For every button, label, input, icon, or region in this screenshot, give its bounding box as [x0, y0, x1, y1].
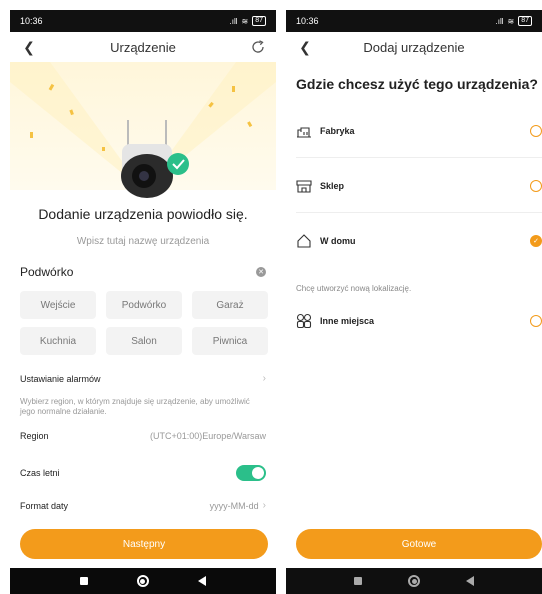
name-hint: Wpisz tutaj nazwę urządzenia — [76, 236, 210, 247]
region-description: Wybierz region, w którym znajduje się ur… — [20, 397, 250, 416]
new-location-hint: Chcę utworzyć nową lokalizację. — [296, 284, 412, 293]
toggle-knob — [252, 467, 264, 479]
location-option-shop[interactable]: Sklep — [296, 166, 542, 206]
region-row[interactable]: Region (UTC+01:00)Europe/Warsaw — [20, 431, 266, 441]
location-option-other[interactable]: Inne miejsca — [296, 301, 542, 341]
device-name-value[interactable]: Podwórko — [20, 265, 73, 279]
region-value: (UTC+01:00)Europe/Warsaw — [150, 431, 266, 441]
shop-icon — [296, 180, 312, 193]
suggestion-chip[interactable]: Podwórko — [106, 291, 182, 319]
alarm-settings-row[interactable]: Ustawianie alarmów › — [20, 373, 266, 384]
page-title: Dodaj urządzenie — [363, 39, 465, 55]
home-icon — [297, 234, 311, 248]
alarm-settings-label: Ustawianie alarmów — [20, 373, 101, 384]
signal-icon: .ıll — [495, 16, 504, 26]
next-button[interactable]: Następny — [20, 529, 268, 559]
status-icons: .ıll ≋ 87 — [229, 16, 266, 26]
battery-icon: 87 — [252, 16, 266, 26]
radio-button[interactable] — [530, 180, 542, 192]
device-name-input[interactable]: Podwórko ✕ — [20, 262, 266, 282]
system-back-icon[interactable] — [198, 576, 207, 586]
region-label: Region — [20, 431, 49, 441]
divider — [296, 157, 542, 158]
location-label: Inne miejsca — [320, 316, 375, 326]
add-device-screen: 10:36 .ıll ≋ 87 ❮ Dodaj urządzenie Gdzie… — [286, 0, 542, 594]
system-back-icon[interactable] — [466, 576, 474, 586]
battery-icon: 87 — [518, 16, 532, 26]
device-screen: 10:36 .ıll ≋ 87 ❮ Urządzenie Dodanie urz… — [10, 0, 276, 594]
suggestion-chip[interactable]: Kuchnia — [20, 327, 96, 355]
success-message: Dodanie urządzenia powiodło się. — [38, 206, 248, 222]
date-format-row[interactable]: Format daty yyyy-MM-dd › — [20, 500, 266, 511]
done-button[interactable]: Gotowe — [296, 529, 542, 559]
suggestion-chip[interactable]: Salon — [106, 327, 182, 355]
home-button-icon[interactable] — [408, 575, 420, 587]
page-title: Urządzenie — [110, 39, 176, 55]
header: ❮ Urządzenie — [10, 32, 276, 62]
wifi-icon: ≋ — [241, 16, 249, 26]
radio-button[interactable] — [530, 125, 542, 137]
radio-button-checked[interactable]: ✓ — [530, 235, 542, 247]
wifi-icon: ≋ — [507, 16, 515, 26]
recent-apps-icon[interactable] — [354, 577, 362, 585]
dst-label: Czas letni — [20, 468, 60, 478]
system-navigation-bar — [286, 568, 542, 594]
clear-icon[interactable]: ✕ — [256, 267, 266, 277]
dst-row: Czas letni — [20, 465, 266, 481]
name-suggestions: Wejście Podwórko Garaż Kuchnia Salon Piw… — [20, 291, 268, 355]
recent-apps-icon[interactable] — [79, 577, 88, 585]
refresh-icon[interactable] — [250, 39, 266, 55]
dst-toggle[interactable] — [236, 465, 266, 481]
location-option-home[interactable]: W domu ✓ — [296, 221, 542, 261]
status-icons: .ıll ≋ 87 — [495, 16, 532, 26]
status-bar: 10:36 .ıll ≋ 87 — [286, 10, 542, 32]
back-icon[interactable]: ❮ — [298, 39, 312, 55]
suggestion-chip[interactable]: Wejście — [20, 291, 96, 319]
suggestion-chip[interactable]: Garaż — [192, 291, 268, 319]
location-option-factory[interactable]: Fabryka — [296, 111, 542, 151]
location-label: Fabryka — [320, 126, 355, 136]
suggestion-chip[interactable]: Piwnica — [192, 327, 268, 355]
status-time: 10:36 — [20, 16, 43, 26]
date-format-value: yyyy-MM-dd — [209, 500, 259, 511]
radio-button[interactable] — [530, 315, 542, 327]
header: ❮ Dodaj urządzenie — [286, 32, 542, 62]
location-label: Sklep — [320, 181, 345, 191]
location-question: Gdzie chcesz użyć tego urządzenia? — [296, 76, 538, 92]
chevron-right-icon: › — [262, 373, 266, 384]
home-button-icon[interactable] — [136, 575, 149, 587]
divider — [296, 212, 542, 213]
location-label: W domu — [320, 236, 356, 246]
camera-image — [121, 120, 189, 198]
back-icon[interactable]: ❮ — [22, 39, 36, 55]
chevron-right-icon: › — [262, 500, 266, 511]
factory-icon — [297, 127, 311, 138]
grid-icon — [296, 313, 312, 329]
signal-icon: .ıll — [229, 16, 238, 26]
system-navigation-bar — [10, 568, 276, 594]
date-format-label: Format daty — [20, 500, 69, 511]
status-time: 10:36 — [296, 16, 319, 26]
status-bar: 10:36 .ıll ≋ 87 — [10, 10, 276, 32]
